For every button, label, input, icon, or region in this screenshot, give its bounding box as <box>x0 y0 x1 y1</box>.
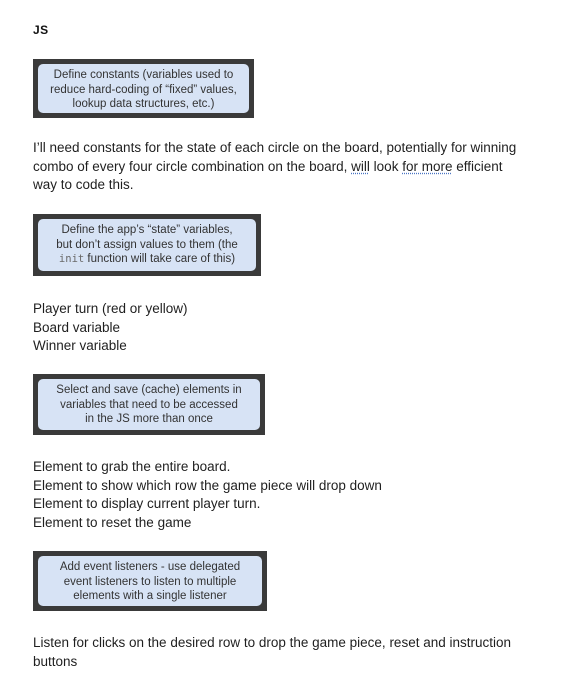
callout-line: in the JS more than once <box>85 413 213 425</box>
text-line: Element to show which row the game piece… <box>33 477 382 493</box>
text-segment: combo of every four circle combination o… <box>33 158 352 174</box>
callout-box: Select and save (cache) elements in vari… <box>38 379 260 430</box>
callout-box: Define the app’s “state” variables, but … <box>38 219 256 271</box>
text-line: Player turn (red or yellow) <box>33 301 188 316</box>
callout-box: Define constants (variables used to redu… <box>38 64 249 113</box>
callout-line: but don’t assign values to them (the <box>56 238 238 251</box>
text-line: Element to reset the game <box>33 514 192 530</box>
callout-line: elements with a single listener <box>73 590 227 602</box>
callout-cache-elements: Select and save (cache) elements in vari… <box>33 374 265 435</box>
text-line: Listen for clicks on the desired row to … <box>33 635 512 650</box>
text-line: Winner variable <box>33 338 127 353</box>
text-line: Element to display current player turn. <box>33 496 261 511</box>
callout-box: Add event listeners - use delegated even… <box>38 556 262 606</box>
text-line: combo of every four circle combination o… <box>33 158 543 177</box>
text-line: Element to grab the entire board. <box>33 459 231 474</box>
paragraph-event-listeners: Listen for clicks on the desired row to … <box>33 634 543 671</box>
text-segment: look <box>369 158 403 174</box>
spellcheck-word[interactable]: for more <box>402 159 452 174</box>
callout-state-variables: Define the app’s “state” variables, but … <box>33 214 261 276</box>
spellcheck-word[interactable]: will <box>351 159 370 174</box>
callout-line: init function will take care of this) <box>46 252 248 267</box>
section-heading: JS <box>33 23 49 37</box>
text-line: buttons <box>33 653 78 669</box>
inline-code: init <box>58 253 85 265</box>
callout-define-constants: Define constants (variables used to redu… <box>33 59 254 118</box>
callout-line: Define constants (variables used to <box>53 69 234 81</box>
text-segment: function will take care of this) <box>84 253 236 265</box>
text-line: Board variable <box>33 319 121 335</box>
callout-line: Add event listeners - use delegated <box>59 561 241 573</box>
callout-line: Select and save (cache) elements in <box>56 384 242 396</box>
callout-line: event listeners to listen to multiple <box>63 575 237 588</box>
paragraph-state-variables: Player turn (red or yellow) Board variab… <box>33 300 543 356</box>
callout-event-listeners: Add event listeners - use delegated even… <box>33 551 267 611</box>
paragraph-constants: I’ll need constants for the state of eac… <box>33 139 543 195</box>
text-line: way to code this. <box>33 177 134 192</box>
text-segment: efficient <box>452 158 503 174</box>
callout-line: variables that need to be accessed <box>60 398 238 411</box>
callout-line: reduce hard-coding of “fixed” values, <box>50 83 237 96</box>
paragraph-cached-elements: Element to grab the entire board. Elemen… <box>33 458 543 532</box>
callout-line: Define the app’s “state” variables, <box>61 224 233 236</box>
callout-line: lookup data structures, etc.) <box>72 98 215 110</box>
text-line: I’ll need constants for the state of eac… <box>33 140 517 155</box>
